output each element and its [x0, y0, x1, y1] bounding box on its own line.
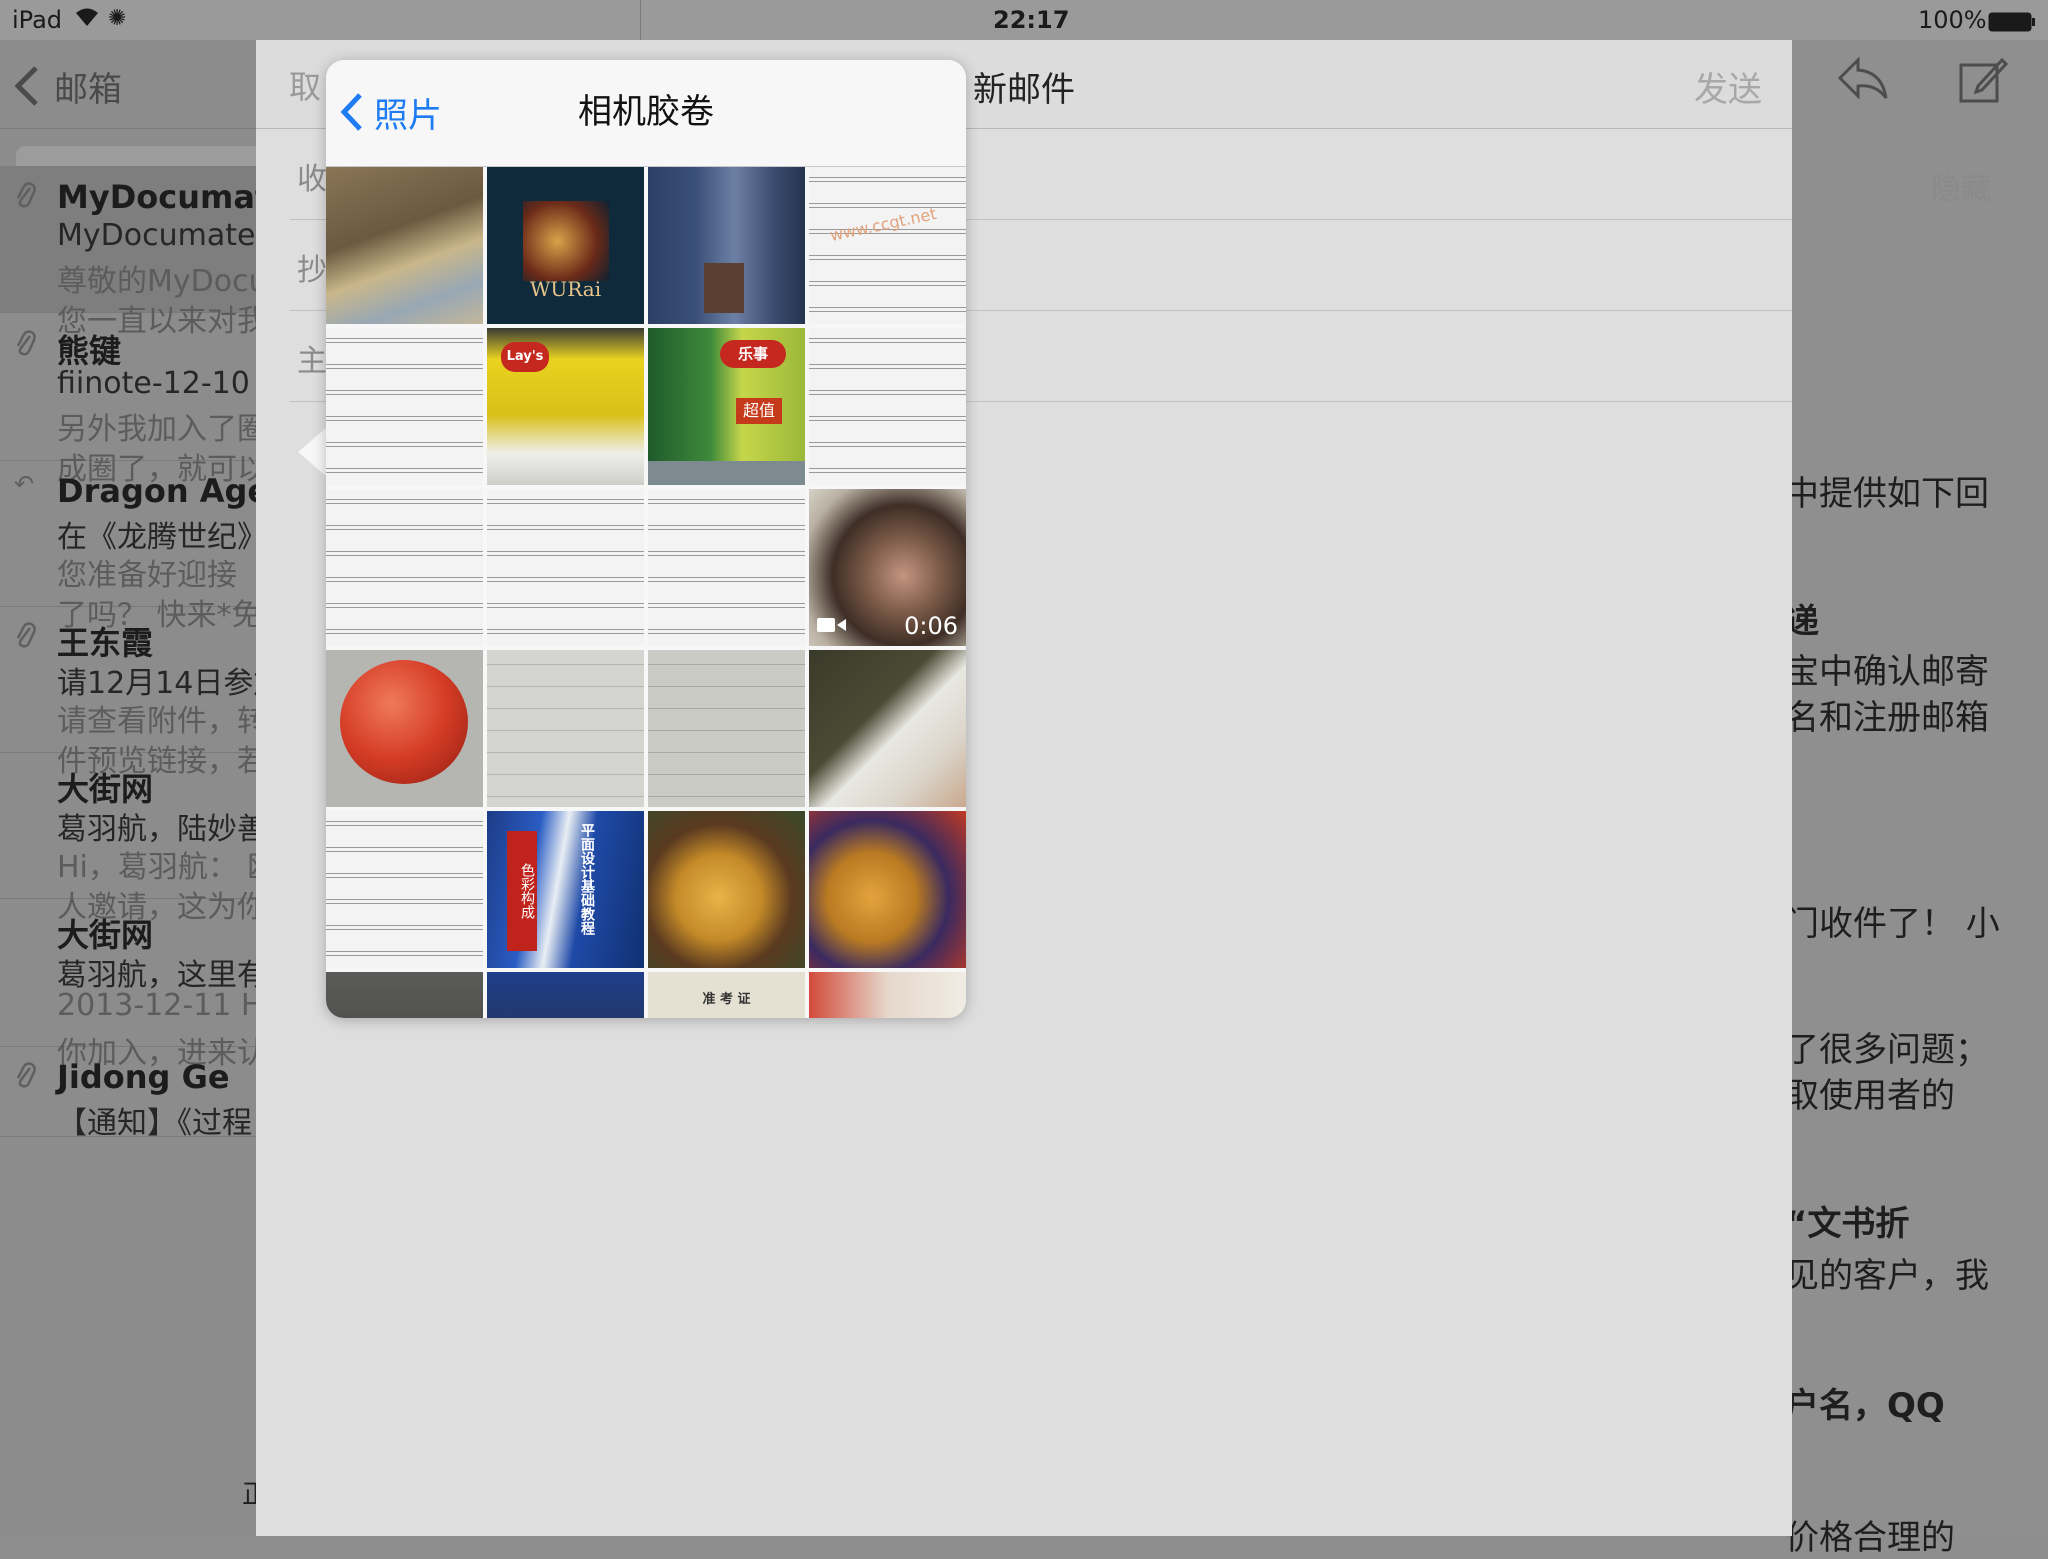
photo-thumbnail[interactable]	[326, 167, 483, 324]
popover-arrow	[298, 428, 326, 476]
photo-thumbnail[interactable]	[809, 650, 966, 807]
compose-title: 新邮件	[973, 70, 1075, 110]
device-label: iPad	[12, 6, 63, 34]
chevron-left-icon[interactable]	[12, 64, 40, 112]
book-title-text: 平面设计基础教程	[579, 823, 595, 935]
photo-thumbnail[interactable]	[648, 650, 805, 807]
ticket-title-text: 准 考 证	[702, 992, 751, 1007]
photo-thumbnail[interactable]: 准 考 证	[648, 972, 805, 1018]
send-button[interactable]: 发送	[1694, 62, 1762, 111]
split-divider	[640, 0, 641, 40]
photo-thumbnail[interactable]	[809, 811, 966, 968]
photo-thumbnail[interactable]	[326, 489, 483, 646]
photo-thumbnail[interactable]	[809, 328, 966, 485]
photo-thumbnail[interactable]	[487, 650, 644, 807]
message-text-line: 中提供如下回	[1785, 474, 1989, 514]
photo-picker-popover: 相机胶卷 照片 WURai www.ccgt.net Lay's 乐事 超值 0…	[326, 60, 966, 1018]
paperclip-icon	[14, 328, 36, 365]
video-thumbnail[interactable]: 0:06	[809, 489, 966, 646]
paperclip-icon	[14, 620, 36, 657]
photo-thumbnail[interactable]: Lay's	[487, 328, 644, 485]
mail-preview-line: 2013-12-11 Hi	[57, 988, 272, 1023]
album-title-text: WURai	[529, 277, 602, 301]
photo-thumbnail[interactable]	[648, 811, 805, 968]
message-text-line: 门收件了！ 小	[1785, 904, 2000, 944]
photo-thumbnail[interactable]	[326, 650, 483, 807]
photo-thumbnail[interactable]: www.ccgt.net	[809, 167, 966, 324]
photo-thumbnail[interactable]: WURai	[487, 167, 644, 324]
mail-subject: 【通知】《过程	[57, 1106, 252, 1141]
photo-thumbnail[interactable]: 色彩构成 平面设计基础教程	[487, 811, 644, 968]
book-spine-text: 色彩构成	[507, 831, 537, 951]
video-overlay: 0:06	[817, 612, 958, 640]
mail-preview-line: 您准备好迎接	[57, 558, 237, 593]
message-text-line: 名和注册邮箱	[1785, 698, 1989, 738]
subject-field-label: 主	[297, 344, 327, 379]
to-field-label: 收	[297, 162, 327, 197]
wifi-icon	[74, 6, 100, 34]
photos-back-button[interactable]: 照片	[340, 82, 442, 142]
message-text-line: 宝中确认邮寄	[1785, 652, 1989, 692]
message-text-line: 取使用者的	[1785, 1076, 1955, 1116]
chips-badge: 超值	[736, 398, 782, 424]
chips-logo: 乐事	[720, 340, 786, 368]
message-text-line: “文书折	[1785, 1204, 1910, 1244]
activity-spinner-icon: ✺	[108, 6, 127, 31]
replied-icon: ↶	[14, 470, 35, 498]
mail-preview-line: Hi，葛羽航： 欧	[57, 850, 278, 885]
photo-thumbnail[interactable]: 乐事 超值	[648, 328, 805, 485]
message-text-line: 见的客户，我	[1785, 1256, 1989, 1296]
photo-thumbnail[interactable]	[326, 811, 483, 968]
watermark-text: www.ccgt.net	[828, 203, 939, 246]
message-text-line: 了很多问题；	[1785, 1030, 1989, 1070]
photo-thumbnail[interactable]	[487, 972, 644, 1018]
photo-thumbnail[interactable]	[648, 167, 805, 324]
photo-thumbnail[interactable]	[809, 972, 966, 1018]
message-text-line: 户名，QQ	[1785, 1386, 1945, 1426]
photo-thumbnail[interactable]	[326, 972, 483, 1018]
photos-back-label: 照片	[374, 95, 442, 136]
chevron-left-icon	[340, 93, 362, 131]
mail-sender: Dragon Age	[57, 472, 270, 510]
mail-subject: MyDocumate	[57, 218, 256, 253]
mailboxes-back-button[interactable]: 邮箱	[54, 62, 122, 111]
battery-percent: 100%	[1918, 6, 1987, 34]
cc-field-label: 抄	[297, 253, 327, 288]
status-time: 22:17	[993, 6, 1070, 34]
mail-sender: Jidong Ge	[57, 1058, 230, 1096]
compose-icon[interactable]	[1958, 56, 2009, 115]
status-bar: iPad ✺ 22:17 100%	[0, 0, 2048, 40]
cancel-button[interactable]: 取	[289, 62, 321, 108]
photo-thumbnail[interactable]	[648, 489, 805, 646]
photo-picker-navbar: 相机胶卷 照片	[326, 60, 966, 167]
chips-logo: Lay's	[501, 342, 549, 372]
battery-icon	[1988, 10, 2036, 38]
paperclip-icon	[14, 180, 36, 217]
photo-grid: WURai www.ccgt.net Lay's 乐事 超值 0:06 色彩构成…	[326, 167, 966, 1018]
message-text-line: 价格合理的	[1785, 1518, 1955, 1558]
mail-preview-line: 请查看附件，转	[57, 704, 267, 739]
video-duration: 0:06	[904, 612, 958, 640]
mail-preview-line: 尊敬的MyDocu	[57, 264, 268, 299]
photo-thumbnail[interactable]	[326, 328, 483, 485]
paperclip-icon	[14, 1060, 36, 1097]
mail-preview-line: 另外我加入了圈	[57, 412, 267, 447]
video-camera-icon	[817, 612, 847, 640]
photo-thumbnail[interactable]	[487, 489, 644, 646]
mail-subject: fiinote-12-10	[57, 366, 250, 401]
reply-icon[interactable]	[1836, 56, 1890, 113]
hide-button[interactable]: 隐藏	[1931, 164, 1991, 208]
